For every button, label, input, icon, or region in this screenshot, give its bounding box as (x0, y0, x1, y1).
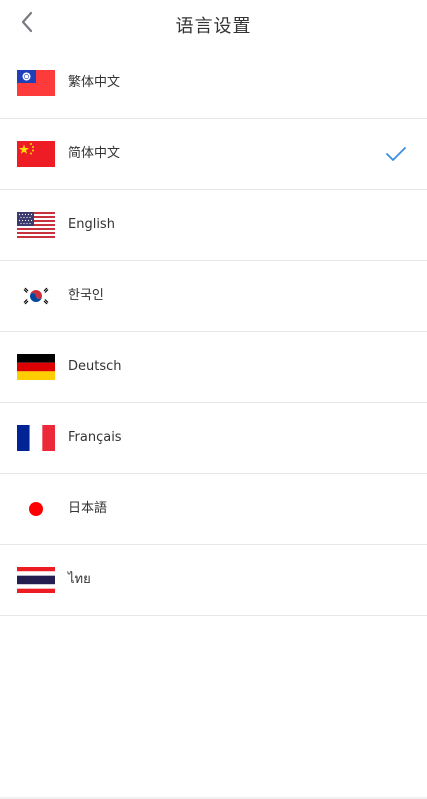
language-label: ไทย (68, 572, 91, 587)
china-flag-icon (17, 141, 55, 167)
checkmark-icon (385, 145, 407, 163)
language-item-thai[interactable]: ไทย (0, 545, 427, 616)
language-label: Deutsch (68, 359, 122, 374)
language-item-english[interactable]: English (0, 190, 427, 261)
language-item-french[interactable]: Français (0, 403, 427, 474)
language-item-japanese[interactable]: 日本語 (0, 474, 427, 545)
usa-flag-icon (17, 212, 55, 238)
header: 语言设置 (0, 0, 427, 48)
language-item-german[interactable]: Deutsch (0, 332, 427, 403)
language-label: 한국인 (68, 288, 104, 303)
thailand-flag-icon (17, 567, 55, 593)
taiwan-flag-icon (17, 70, 55, 96)
language-label: Français (68, 430, 122, 445)
language-label: 日本語 (68, 501, 108, 516)
language-item-korean[interactable]: 한국인 (0, 261, 427, 332)
korea-flag-icon (17, 283, 55, 309)
language-list: 繁体中文 简体中文 English 한국인 Deutsch Français 日… (0, 48, 427, 616)
japan-flag-icon (17, 496, 55, 522)
france-flag-icon (17, 425, 55, 451)
language-label: 繁体中文 (68, 75, 121, 90)
page-title: 语言设置 (175, 16, 252, 37)
language-label: 简体中文 (68, 146, 121, 161)
germany-flag-icon (17, 354, 55, 380)
language-item-simplified-chinese[interactable]: 简体中文 (0, 119, 427, 190)
language-settings-screen: 语言设置 繁体中文 简体中文 English 한국인 Deutsch Franç… (0, 0, 427, 799)
language-item-traditional-chinese[interactable]: 繁体中文 (0, 48, 427, 119)
language-label: English (68, 217, 115, 232)
